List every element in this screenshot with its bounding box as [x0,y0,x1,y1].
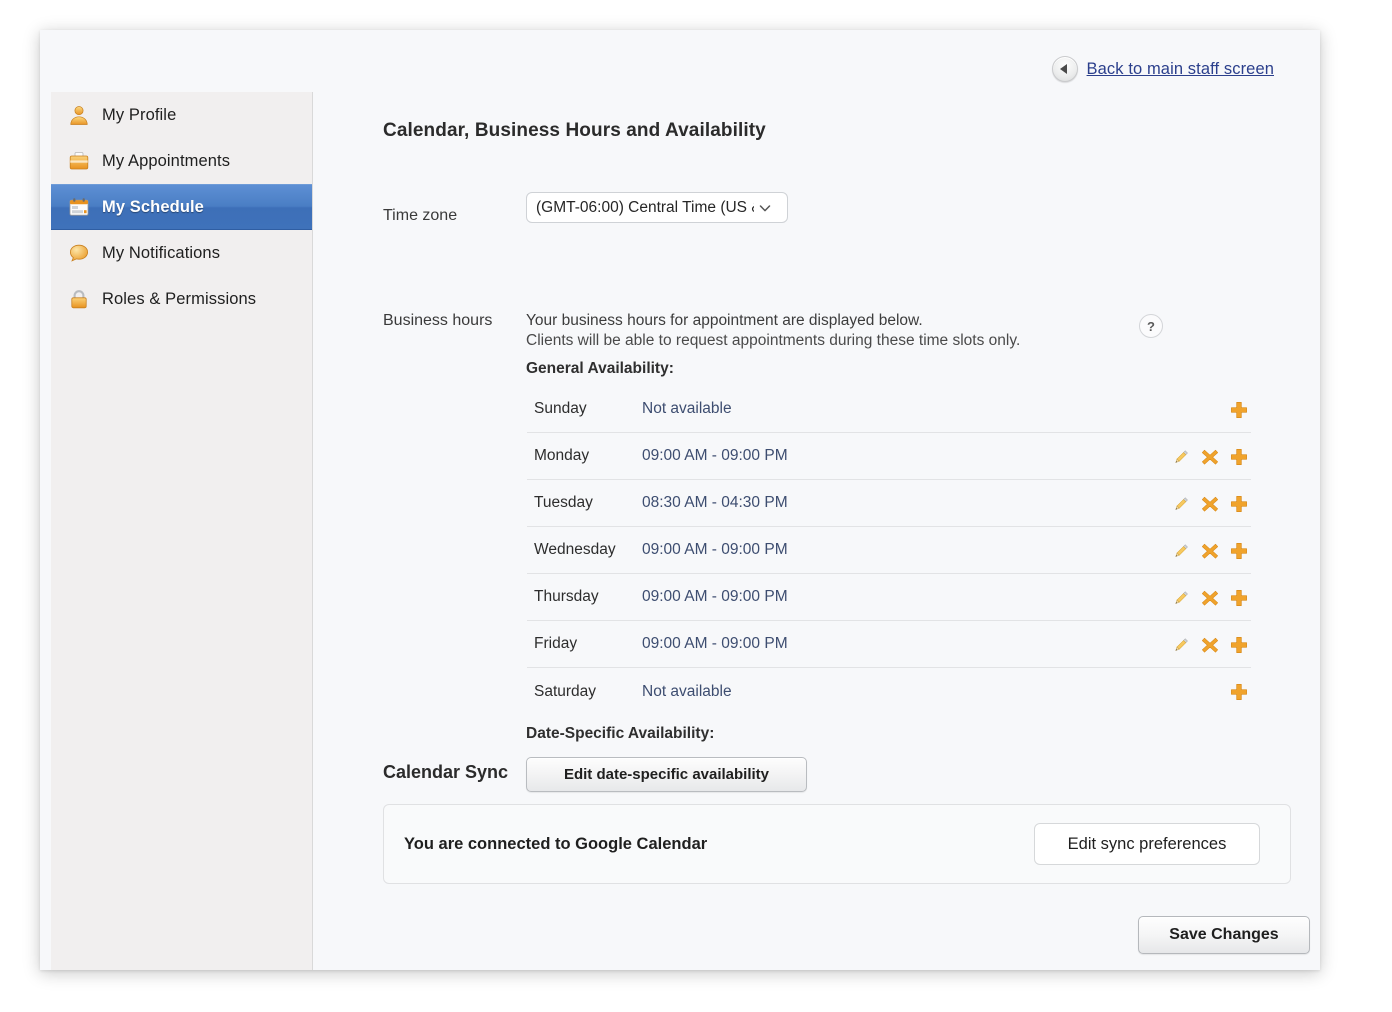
day-name: Wednesday [534,541,616,558]
briefcase-icon [68,150,90,172]
sidebar-item-my-appointments[interactable]: My Appointments [51,138,312,184]
person-icon [68,104,90,126]
add-icon[interactable] [1229,447,1249,467]
top-bar: Back to main staff screen [40,30,1320,92]
sidebar: My Profile My Appointments My Schedule M… [51,92,313,970]
sidebar-item-roles-permissions[interactable]: Roles & Permissions [51,276,312,322]
content-row: My Profile My Appointments My Schedule M… [40,92,1320,970]
delete-icon[interactable] [1200,588,1220,608]
back-arrow-icon[interactable] [1051,56,1078,82]
day-name: Friday [534,635,578,652]
delete-icon[interactable] [1200,447,1220,467]
page-title: Calendar, Business Hours and Availabilit… [383,120,766,141]
main-panel: Calendar, Business Hours and Availabilit… [314,92,1320,970]
row-actions [1171,574,1251,621]
timezone-label: Time zone [383,207,458,224]
day-hours: 09:00 AM - 09:00 PM [642,447,788,464]
delete-icon[interactable] [1200,541,1220,561]
table-row: Thursday 09:00 AM - 09:00 PM [527,574,1251,621]
table-row: Saturday Not available [527,668,1251,715]
day-hours: 09:00 AM - 09:00 PM [642,588,788,605]
sidebar-item-my-schedule[interactable]: My Schedule [51,184,312,230]
delete-icon[interactable] [1200,635,1220,655]
business-hours-label: Business hours [383,312,493,329]
business-hours-description-line1: Your business hours for appointment are … [526,312,923,329]
chat-bubble-icon [68,242,90,264]
row-actions [1229,386,1251,433]
add-icon[interactable] [1229,494,1249,514]
sidebar-item-label: My Notifications [102,243,221,262]
calendar-sync-title: Calendar Sync [383,762,509,782]
date-specific-heading: Date-Specific Availability: [526,725,715,742]
edit-icon[interactable] [1171,588,1191,608]
edit-icon[interactable] [1171,447,1191,467]
calendar-sync-status: You are connected to Google Calendar [404,835,708,853]
day-name: Thursday [534,588,599,605]
day-name: Saturday [534,682,597,700]
chevron-down-icon [755,198,775,218]
save-changes-button[interactable]: Save Changes [1138,916,1310,954]
back-link-label[interactable]: Back to main staff screen [1087,60,1274,79]
day-hours: 09:00 AM - 09:00 PM [642,541,788,558]
edit-icon[interactable] [1171,541,1191,561]
general-availability-heading: General Availability: [526,360,674,377]
table-row: Sunday Not available [527,386,1251,433]
edit-sync-preferences-button[interactable]: Edit sync preferences [1034,823,1260,865]
delete-icon[interactable] [1200,494,1220,514]
add-icon[interactable] [1229,541,1249,561]
timezone-select[interactable]: (GMT-06:00) Central Time (US & Canada) [526,192,788,223]
edit-icon[interactable] [1171,635,1191,655]
day-hours: 09:00 AM - 09:00 PM [642,635,788,652]
add-icon[interactable] [1229,588,1249,608]
row-actions [1171,527,1251,574]
add-icon[interactable] [1229,635,1249,655]
edit-icon[interactable] [1171,494,1191,514]
edit-date-specific-availability-button[interactable]: Edit date-specific availability [526,757,807,792]
calendar-sync-box: You are connected to Google Calendar Edi… [383,804,1291,884]
add-icon[interactable] [1229,682,1249,702]
sidebar-item-my-profile[interactable]: My Profile [51,92,312,138]
day-hours: 08:30 AM - 04:30 PM [642,494,788,511]
table-row: Wednesday 09:00 AM - 09:00 PM [527,527,1251,574]
business-hours-description-line2: Clients will be able to request appointm… [526,332,1021,349]
sidebar-item-label: My Schedule [102,197,204,216]
day-hours: Not available [642,400,732,417]
sidebar-item-label: My Profile [102,105,177,124]
app-window: Back to main staff screen My Profile My … [40,30,1320,970]
row-actions [1171,480,1251,527]
availability-table: Sunday Not available Monday 09:00 AM - 0… [527,386,1251,715]
padlock-icon [68,288,90,310]
timezone-value: (GMT-06:00) Central Time (US & Canada) [536,198,754,216]
table-row: Tuesday 08:30 AM - 04:30 PM [527,480,1251,527]
row-actions [1171,621,1251,668]
question-mark-icon[interactable]: ? [1139,314,1163,338]
sidebar-item-my-notifications[interactable]: My Notifications [51,230,312,276]
sidebar-item-label: Roles & Permissions [102,289,257,308]
day-name: Sunday [534,400,587,417]
sidebar-item-label: My Appointments [102,151,231,170]
table-row: Monday 09:00 AM - 09:00 PM [527,433,1251,480]
row-actions [1171,433,1251,480]
day-name: Monday [534,447,590,464]
back-to-main-staff-screen[interactable]: Back to main staff screen [1051,56,1274,82]
row-actions [1229,668,1251,715]
calendar-icon [68,196,90,218]
day-hours: Not available [642,682,732,700]
day-name: Tuesday [534,494,593,511]
add-icon[interactable] [1229,400,1249,420]
table-row: Friday 09:00 AM - 09:00 PM [527,621,1251,668]
